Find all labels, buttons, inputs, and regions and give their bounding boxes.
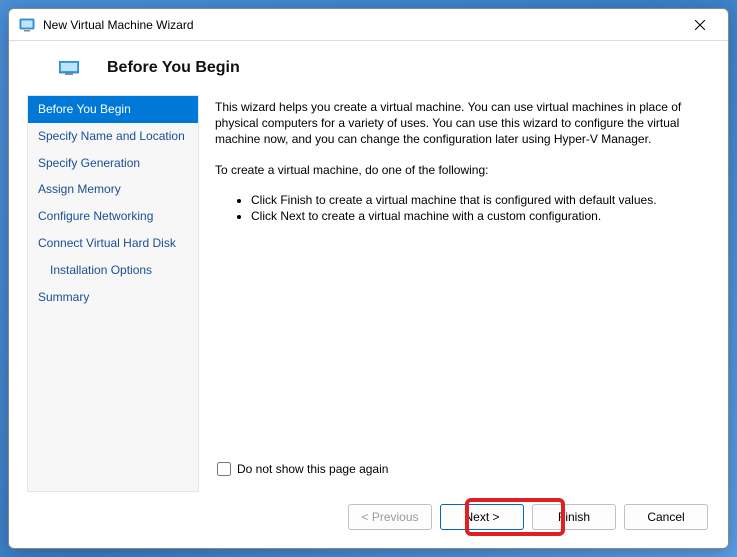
page-header: Before You Begin — [9, 41, 728, 95]
step-connect-virtual-hard-disk[interactable]: Connect Virtual Hard Disk — [28, 230, 198, 257]
close-icon — [695, 20, 705, 30]
titlebar: New Virtual Machine Wizard — [9, 9, 728, 41]
option-next: Click Next to create a virtual machine w… — [251, 208, 700, 224]
do-not-show-row: Do not show this page again — [217, 462, 700, 476]
step-summary[interactable]: Summary — [28, 284, 198, 311]
sidebar-item-label: Installation Options — [50, 263, 152, 277]
sidebar-item-label: Specify Generation — [38, 156, 140, 170]
window-title: New Virtual Machine Wizard — [43, 18, 680, 32]
finish-button[interactable]: Finish — [532, 504, 616, 530]
app-icon — [19, 17, 35, 33]
option-finish: Click Finish to create a virtual machine… — [251, 192, 700, 208]
vm-icon — [59, 61, 79, 75]
main-panel: This wizard helps you create a virtual m… — [199, 95, 710, 492]
step-before-you-begin[interactable]: Before You Begin — [28, 96, 198, 123]
close-button[interactable] — [680, 11, 720, 39]
wizard-footer: < Previous Next > Finish Cancel — [9, 492, 728, 548]
step-installation-options[interactable]: Installation Options — [28, 257, 198, 284]
sidebar-item-label: Specify Name and Location — [38, 129, 185, 143]
wizard-window: New Virtual Machine Wizard Before You Be… — [8, 8, 729, 549]
options-list: Click Finish to create a virtual machine… — [215, 192, 700, 224]
step-specify-generation[interactable]: Specify Generation — [28, 150, 198, 177]
sidebar-item-label: Configure Networking — [38, 209, 153, 223]
do-not-show-checkbox[interactable] — [217, 462, 231, 476]
content-area: Before You Begin Specify Name and Locati… — [9, 95, 728, 492]
step-configure-networking[interactable]: Configure Networking — [28, 203, 198, 230]
sidebar-item-label: Summary — [38, 290, 89, 304]
step-assign-memory[interactable]: Assign Memory — [28, 176, 198, 203]
sidebar-item-label: Connect Virtual Hard Disk — [38, 236, 176, 250]
next-button[interactable]: Next > — [440, 504, 524, 530]
instruction-text: To create a virtual machine, do one of t… — [215, 162, 700, 178]
step-specify-name-location[interactable]: Specify Name and Location — [28, 123, 198, 150]
sidebar-item-label: Before You Begin — [38, 102, 131, 116]
previous-button[interactable]: < Previous — [348, 504, 432, 530]
page-title: Before You Begin — [107, 59, 240, 77]
intro-text: This wizard helps you create a virtual m… — [215, 99, 700, 148]
wizard-steps-sidebar: Before You Begin Specify Name and Locati… — [27, 95, 199, 492]
do-not-show-label: Do not show this page again — [237, 462, 388, 476]
sidebar-item-label: Assign Memory — [38, 182, 121, 196]
cancel-button[interactable]: Cancel — [624, 504, 708, 530]
